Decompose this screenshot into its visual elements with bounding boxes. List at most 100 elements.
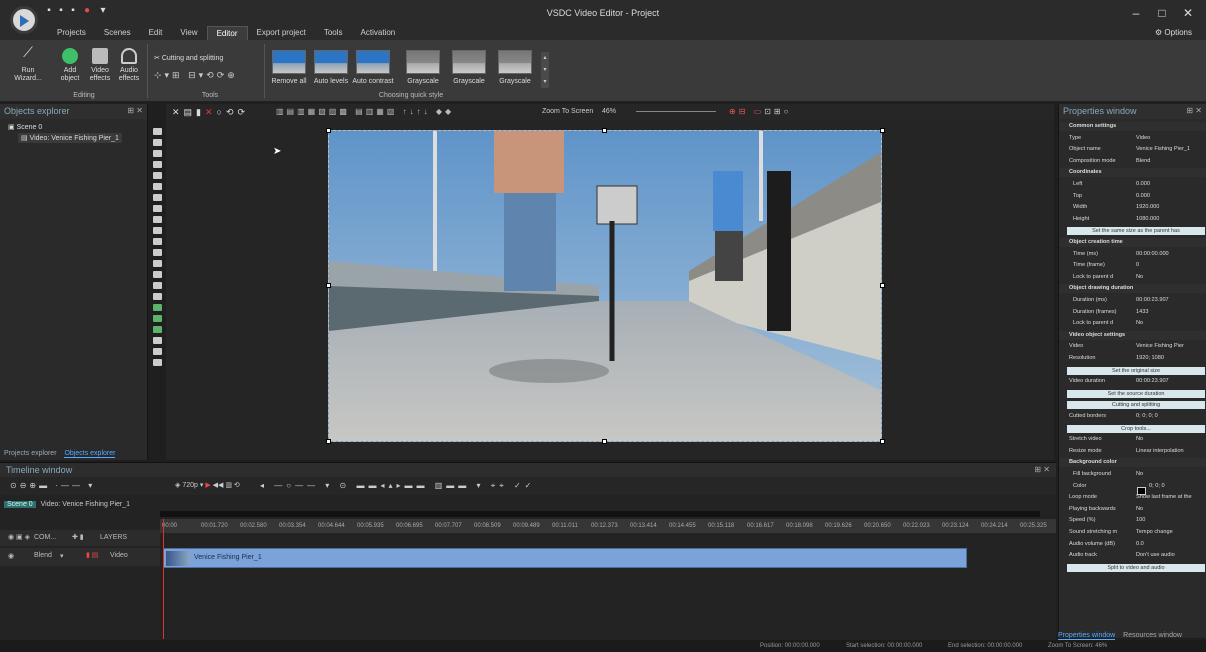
align-tools-icons[interactable]: ▥▤▥▦▧▨▩ ▤▥▦▧ ↑↓↑↓ ◆◆ (276, 107, 454, 116)
property-row[interactable]: Lock to parent d No (1059, 273, 1206, 282)
property-row[interactable]: Speed (%) 100 (1059, 516, 1206, 525)
visibility-icon[interactable]: ◉ (8, 552, 14, 560)
drawing-tool-icon[interactable] (153, 172, 162, 179)
property-value[interactable]: Video (1136, 134, 1150, 143)
resize-handle[interactable] (602, 439, 607, 444)
resolution-select[interactable]: ◈ 720p ▾ ▶ ◀◀ ▥ ⟲ (175, 481, 240, 489)
layer-controls-icons[interactable]: ◉ ▣ ◈ (8, 533, 30, 541)
resize-handle[interactable] (880, 128, 885, 133)
property-value[interactable]: 0.0 (1136, 540, 1144, 549)
resize-handle[interactable] (880, 283, 885, 288)
drawing-tool-icon[interactable] (153, 326, 162, 333)
property-row[interactable]: Lock to parent d No (1059, 319, 1206, 328)
drawing-tool-icon[interactable] (153, 337, 162, 344)
tree-scene[interactable]: ▣ Scene 0 (8, 123, 42, 131)
property-row[interactable]: Resize mode Linear interpolation (1059, 447, 1206, 456)
property-row[interactable]: Playing backwards No (1059, 505, 1206, 514)
menu-editor[interactable]: Editor (206, 26, 248, 40)
drawing-tool-icon[interactable] (153, 315, 162, 322)
property-value[interactable]: 0 (1136, 261, 1139, 270)
property-row[interactable]: Left 0.000 (1059, 180, 1206, 189)
tab-properties-window[interactable]: Properties window (1058, 632, 1116, 640)
drawing-tool-icon[interactable] (153, 249, 162, 256)
property-action-button[interactable]: Set the source duration (1067, 389, 1205, 398)
property-value[interactable]: Linear interpolation (1136, 447, 1184, 456)
property-row[interactable]: Height 1080.000 (1059, 215, 1206, 224)
tools-icon-row[interactable]: ⊹▾⊞ ⊟▾⟲⟳⊕ (154, 70, 238, 81)
video-preview[interactable] (328, 130, 882, 442)
time-ruler[interactable]: 00:00 00:01.720 00:02.580 00:03.354 00:04.64… (160, 519, 1056, 533)
property-row[interactable]: Type Video (1059, 134, 1206, 143)
property-row[interactable]: Sound stretching m Tempo change (1059, 528, 1206, 537)
property-value[interactable]: 00:00:23.907 (1136, 377, 1169, 386)
tab-resources-window[interactable]: Resources window (1123, 632, 1182, 639)
property-row[interactable]: Loop mode Show last frame at the (1059, 493, 1206, 502)
zoom-slider[interactable] (636, 111, 716, 112)
video-effects-button[interactable]: Video effects (88, 48, 112, 83)
property-row[interactable]: Time (frame) 0 (1059, 261, 1206, 270)
audio-effects-button[interactable]: Audio effects (114, 48, 144, 83)
property-value[interactable]: 0.000 (1136, 192, 1150, 201)
drawing-tool-icon[interactable] (153, 304, 162, 311)
quick-style-thumbnail[interactable] (356, 50, 390, 74)
property-value[interactable]: Venice Fishing Pier (1136, 342, 1184, 351)
drawing-tool-icon[interactable] (153, 128, 162, 135)
property-value[interactable]: 1920.000 (1136, 203, 1159, 212)
drawing-tool-icon[interactable] (153, 161, 162, 168)
property-row[interactable]: Width 1920.000 (1059, 203, 1206, 212)
property-row[interactable]: Cutted borders 0; 0; 0; 0 (1059, 412, 1206, 421)
video-clip[interactable]: Venice Fishing Pier_1 (163, 548, 967, 568)
drawing-tool-icon[interactable] (153, 238, 162, 245)
timeline-tools-icons[interactable]: ◂ —○—— ▾ ⊙ ▬▬◂▴▸▬▬ ▥▬▬ ▾ ⌖⌖ ✓✓ (260, 481, 535, 491)
menu-scenes[interactable]: Scenes (95, 26, 140, 40)
resize-handle[interactable] (880, 439, 885, 444)
menu-view[interactable]: View (171, 26, 206, 40)
property-action-button[interactable]: Cutting and splitting (1067, 401, 1205, 410)
property-row[interactable]: Duration (ms) 00:00:23.907 (1059, 296, 1206, 305)
property-value[interactable]: 1920; 1080 (1136, 354, 1164, 363)
track-lock-icon[interactable]: ▮ ▤ (86, 551, 98, 559)
add-layer-icon[interactable]: ✚ ▮ (72, 533, 84, 541)
drawing-tool-icon[interactable] (153, 194, 162, 201)
add-object-button[interactable]: Add object (54, 48, 86, 83)
gallery-scroll[interactable]: ▴ ▾ ▾ (541, 52, 549, 88)
drawing-tool-icon[interactable] (153, 150, 162, 157)
property-row[interactable]: Top 0.000 (1059, 192, 1206, 201)
property-row[interactable]: Fill background No (1059, 470, 1206, 479)
drawing-tool-icon[interactable] (153, 282, 162, 289)
property-row[interactable]: Audio volume (dB) 0.0 (1059, 540, 1206, 549)
video-tab[interactable]: Video: Venice Fishing Pier_1 (41, 501, 130, 508)
property-value[interactable]: 1080.000 (1136, 215, 1159, 224)
drawing-tool-icon[interactable] (153, 359, 162, 366)
property-value[interactable]: No (1136, 435, 1143, 444)
playback-controls[interactable]: ⊙⊖⊕▬ ·—— ▾ (10, 481, 95, 490)
property-value[interactable]: No (1136, 319, 1143, 328)
timeline-scrollbar[interactable] (160, 511, 1040, 517)
property-action-button[interactable]: Set the original size (1067, 366, 1205, 375)
property-row[interactable]: Stretch video No (1059, 435, 1206, 444)
property-action-button[interactable]: Crop tools... (1067, 424, 1205, 433)
quick-style-thumbnail[interactable] (452, 50, 486, 74)
quick-style-thumbnail[interactable] (498, 50, 532, 74)
resize-handle[interactable] (326, 283, 331, 288)
menu-tools[interactable]: Tools (315, 26, 352, 40)
properties-pin-icon[interactable]: ⊞ ✕ (1186, 106, 1202, 115)
drawing-tool-icon[interactable] (153, 271, 162, 278)
blend-select[interactable]: Blend (34, 552, 52, 559)
color-swatch[interactable] (1137, 487, 1146, 495)
property-section-header[interactable]: Common settings (1059, 122, 1206, 131)
close-button[interactable]: ✕ (1178, 6, 1198, 20)
property-value[interactable]: 0; 0; 0; 0 (1136, 412, 1158, 421)
resize-handle[interactable] (326, 128, 331, 133)
drawing-tool-icon[interactable] (153, 348, 162, 355)
property-value[interactable]: No (1136, 505, 1143, 514)
menu-projects[interactable]: Projects (48, 26, 95, 40)
playhead-cursor[interactable] (163, 519, 164, 639)
property-action-button[interactable]: Split to video and audio (1067, 563, 1205, 572)
drawing-tool-icon[interactable] (153, 205, 162, 212)
property-row[interactable]: Audio track Don't use audio (1059, 551, 1206, 560)
scene-tab[interactable]: Scene 0 (4, 501, 36, 508)
property-row[interactable]: Duration (frames) 1433 (1059, 308, 1206, 317)
drawing-tool-icon[interactable] (153, 227, 162, 234)
property-action-button[interactable]: Set the same size as the parent has (1067, 227, 1205, 236)
